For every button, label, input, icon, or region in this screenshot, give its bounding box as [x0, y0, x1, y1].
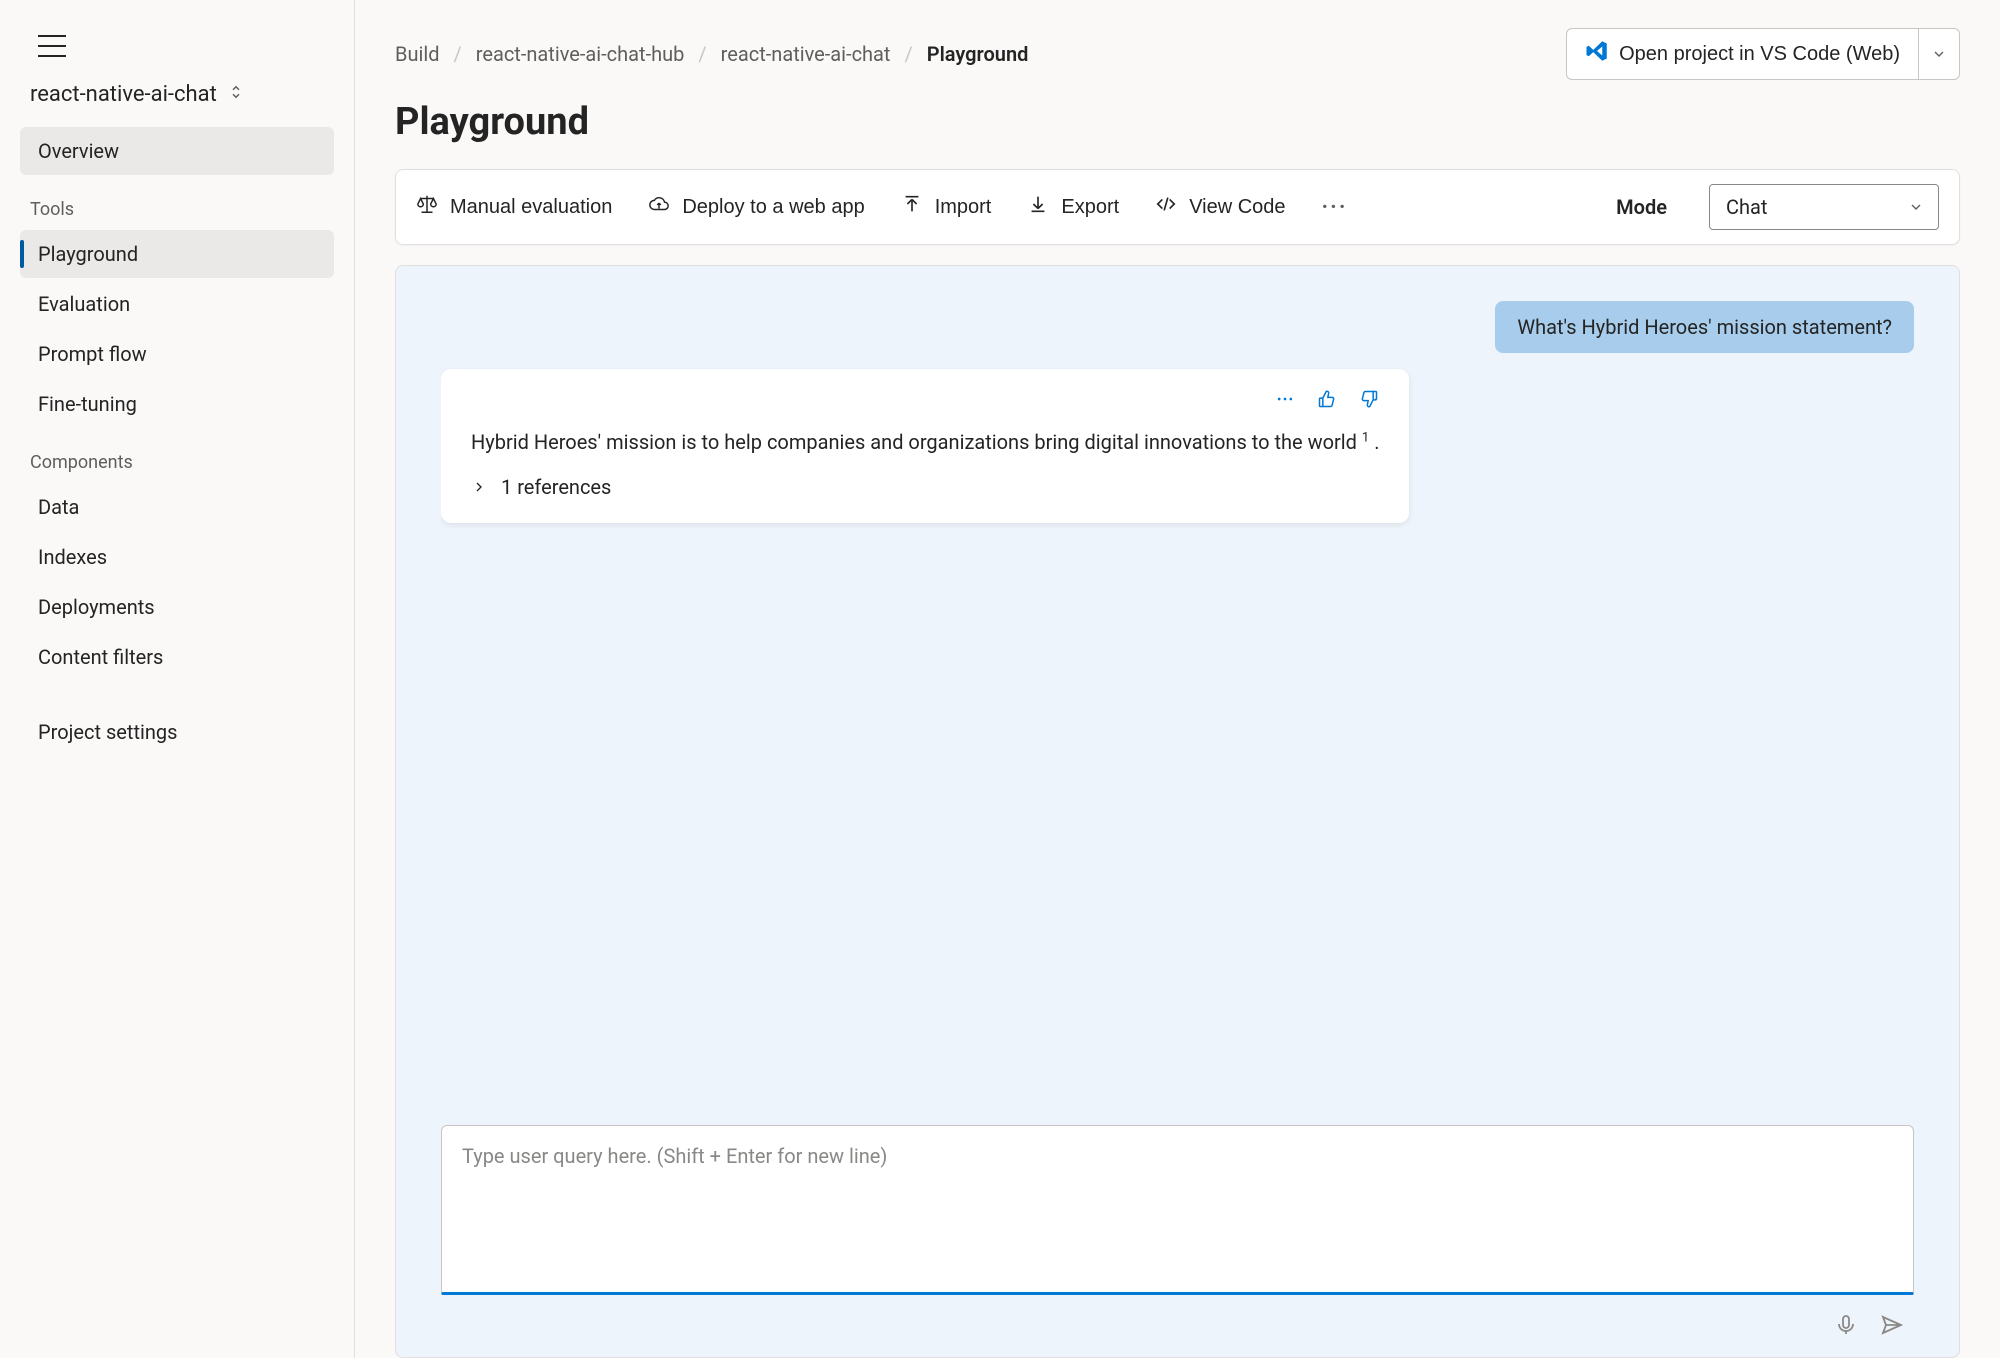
input-area — [441, 1125, 1914, 1337]
nav-label: Fine-tuning — [38, 392, 137, 416]
microphone-icon[interactable] — [1834, 1313, 1858, 1337]
sidebar-item-fine-tuning[interactable]: Fine-tuning — [20, 380, 334, 428]
sidebar-item-indexes[interactable]: Indexes — [20, 533, 334, 581]
page-title: Playground — [355, 80, 2000, 169]
nav-label: Content filters — [38, 645, 163, 669]
chat-input[interactable] — [441, 1125, 1914, 1295]
message-more-icon[interactable] — [1275, 389, 1295, 409]
thumbs-down-icon[interactable] — [1359, 389, 1379, 409]
assistant-message-body: Hybrid Heroes' mission is to help compan… — [471, 427, 1379, 457]
breadcrumb-separator: / — [454, 42, 462, 66]
sidebar: react-native-ai-chat Overview Tools Play… — [0, 0, 355, 1358]
nav-label: Indexes — [38, 545, 107, 569]
sidebar-item-playground[interactable]: Playground — [20, 230, 334, 278]
nav-label: Prompt flow — [38, 342, 147, 366]
sidebar-item-prompt-flow[interactable]: Prompt flow — [20, 330, 334, 378]
open-vscode-label: Open project in VS Code (Web) — [1619, 43, 1900, 66]
sidebar-item-content-filters[interactable]: Content filters — [20, 633, 334, 681]
nav-label: Project settings — [38, 720, 177, 744]
project-name: react-native-ai-chat — [30, 82, 217, 107]
thumbs-up-icon[interactable] — [1317, 389, 1337, 409]
toolbar-label: Deploy to a web app — [682, 196, 864, 219]
export-button[interactable]: Export — [1027, 193, 1119, 221]
chevron-sort-icon — [227, 82, 245, 107]
open-vscode-dropdown[interactable] — [1919, 28, 1960, 80]
mode-label: Mode — [1616, 195, 1667, 219]
breadcrumb-item[interactable]: Build — [395, 42, 440, 66]
import-icon — [901, 193, 923, 221]
open-vscode-button[interactable]: Open project in VS Code (Web) — [1566, 28, 1919, 80]
input-action-icons — [441, 1299, 1914, 1337]
messages-list: What's Hybrid Heroes' mission statement? — [441, 301, 1914, 1105]
scale-icon — [416, 193, 438, 221]
cloud-icon — [648, 193, 670, 221]
manual-evaluation-button[interactable]: Manual evaluation — [416, 193, 612, 221]
hamburger-icon[interactable] — [38, 35, 66, 57]
breadcrumb-item[interactable]: react-native-ai-chat — [721, 42, 891, 66]
assistant-message: Hybrid Heroes' mission is to help compan… — [441, 369, 1409, 523]
toolbar-label: Import — [935, 196, 992, 219]
references-toggle[interactable]: 1 references — [471, 475, 1379, 499]
chevron-down-icon — [1908, 199, 1924, 215]
toolbar-label: View Code — [1189, 196, 1285, 219]
toolbar: Manual evaluation Deploy to a web app Im… — [395, 169, 1960, 245]
main-content: Build / react-native-ai-chat-hub / react… — [355, 0, 2000, 1358]
project-switcher[interactable]: react-native-ai-chat — [20, 82, 334, 127]
nav-label: Data — [38, 495, 79, 519]
topbar: Build / react-native-ai-chat-hub / react… — [355, 0, 2000, 80]
nav-label: Evaluation — [38, 292, 130, 316]
vscode-icon — [1585, 39, 1609, 69]
nav-label: Overview — [38, 139, 119, 163]
toolbar-more-button[interactable]: ··· — [1322, 195, 1348, 220]
import-button[interactable]: Import — [901, 193, 992, 221]
breadcrumb-separator: / — [698, 42, 706, 66]
section-label-components: Components — [20, 430, 334, 483]
nav-label: Deployments — [38, 595, 155, 619]
code-icon — [1155, 193, 1177, 221]
sidebar-item-overview[interactable]: Overview — [20, 127, 334, 175]
breadcrumb-item[interactable]: react-native-ai-chat-hub — [476, 42, 685, 66]
mode-select[interactable]: Chat — [1709, 184, 1939, 230]
chat-area: What's Hybrid Heroes' mission statement? — [395, 265, 1960, 1358]
user-message: What's Hybrid Heroes' mission statement? — [1495, 301, 1914, 353]
sidebar-item-project-settings[interactable]: Project settings — [20, 708, 334, 756]
breadcrumb: Build / react-native-ai-chat-hub / react… — [395, 42, 1028, 66]
open-vscode-group: Open project in VS Code (Web) — [1566, 28, 1960, 80]
section-label-tools: Tools — [20, 177, 334, 230]
breadcrumb-separator: / — [904, 42, 912, 66]
sidebar-item-deployments[interactable]: Deployments — [20, 583, 334, 631]
mode-value: Chat — [1726, 195, 1767, 219]
references-label: 1 references — [501, 475, 611, 499]
send-icon[interactable] — [1880, 1313, 1904, 1337]
nav-label: Playground — [38, 242, 138, 266]
message-actions — [471, 389, 1379, 409]
deploy-button[interactable]: Deploy to a web app — [648, 193, 864, 221]
sidebar-item-data[interactable]: Data — [20, 483, 334, 531]
citation-marker[interactable]: 1 — [1362, 430, 1369, 445]
chevron-right-icon — [471, 479, 487, 495]
export-icon — [1027, 193, 1049, 221]
user-message-text: What's Hybrid Heroes' mission statement? — [1517, 315, 1892, 339]
assistant-text-tail: . — [1374, 430, 1379, 454]
breadcrumb-current: Playground — [927, 42, 1029, 66]
toolbar-label: Manual evaluation — [450, 196, 612, 219]
sidebar-item-evaluation[interactable]: Evaluation — [20, 280, 334, 328]
toolbar-label: Export — [1061, 196, 1119, 219]
assistant-text: Hybrid Heroes' mission is to help compan… — [471, 430, 1357, 454]
view-code-button[interactable]: View Code — [1155, 193, 1285, 221]
